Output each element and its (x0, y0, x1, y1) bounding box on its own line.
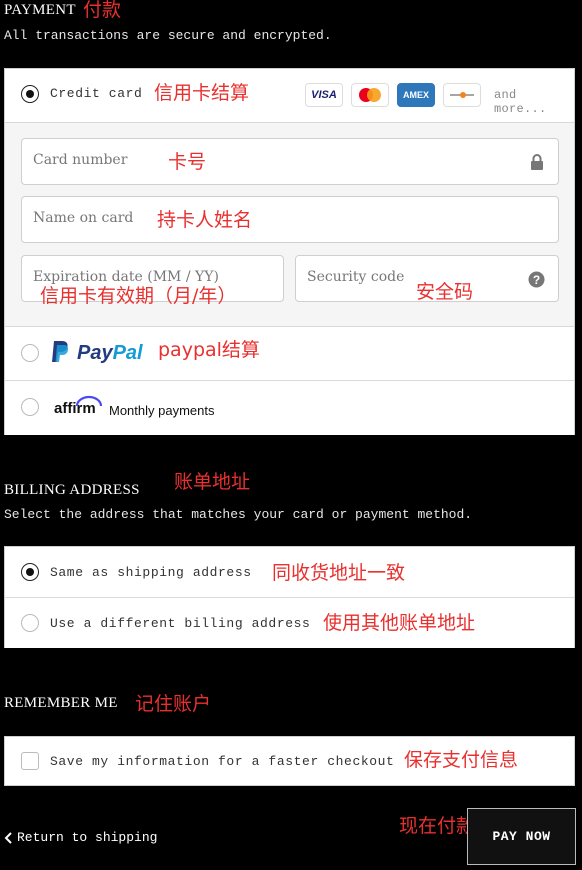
name-on-card-placeholder: Name on card (33, 210, 134, 226)
paypal-icon (52, 341, 69, 362)
discover-icon (443, 83, 481, 107)
payment-methods-panel: Credit card 信用卡结算 VISA AMEX and more... … (4, 68, 575, 435)
paypal-radio[interactable] (21, 344, 39, 362)
card-number-note: 卡号 (168, 151, 207, 173)
credit-card-option[interactable]: Credit card 信用卡结算 VISA AMEX and more... (5, 69, 574, 123)
billing-options-panel: Same as shipping address 同收货地址一致 Use a d… (4, 546, 575, 648)
name-on-card-note: 持卡人姓名 (157, 209, 253, 231)
save-info-label[interactable]: Save my information for a faster checkou… (50, 754, 394, 769)
return-to-shipping-link[interactable]: Return to shipping (4, 830, 157, 845)
payment-subtitle: All transactions are secure and encrypte… (4, 28, 332, 43)
paypal-logo-pay: Pay (77, 342, 113, 364)
paypal-logo-text: PayPal (77, 343, 143, 363)
payment-heading-note: 付款 (83, 0, 122, 21)
billing-heading-note: 账单地址 (174, 471, 251, 493)
remember-panel: Save my information for a faster checkou… (4, 736, 575, 786)
expiration-date-placeholder: Expiration date (MM / YY) (33, 269, 219, 285)
same-as-shipping-label: Same as shipping address (50, 565, 252, 580)
return-to-shipping-label: Return to shipping (17, 830, 158, 845)
paypal-option[interactable]: PayPal paypal结算 (5, 327, 574, 381)
same-as-shipping-option[interactable]: Same as shipping address 同收货地址一致 (5, 547, 574, 598)
card-number-placeholder: Card number (33, 152, 128, 168)
card-number-field[interactable]: Card number (21, 138, 559, 185)
and-more-text: and more... (494, 88, 547, 116)
pay-now-note: 现在付款 (399, 815, 476, 837)
pay-now-button[interactable]: PAY NOW (467, 808, 576, 865)
security-code-placeholder: Security code (307, 269, 405, 285)
chevron-left-icon (4, 831, 12, 844)
expiration-date-note: 信用卡有效期（月/年） (40, 285, 237, 307)
payment-heading: PAYMENT (4, 2, 76, 18)
security-code-note: 安全码 (416, 281, 474, 303)
different-billing-label: Use a different billing address (50, 616, 311, 631)
same-as-shipping-radio[interactable] (21, 563, 39, 581)
save-info-note: 保存支付信息 (404, 749, 519, 771)
credit-card-label: Credit card (50, 86, 143, 101)
amex-icon: AMEX (397, 83, 435, 107)
different-billing-option[interactable]: Use a different billing address 使用其他账单地址 (5, 598, 574, 648)
svg-text:?: ? (533, 273, 540, 287)
affirm-arc-icon (75, 395, 103, 407)
paypal-logo-pal: Pal (112, 342, 143, 364)
help-icon[interactable]: ? (528, 271, 545, 288)
different-billing-radio[interactable] (21, 614, 39, 632)
credit-card-radio[interactable] (21, 85, 39, 103)
name-on-card-field[interactable]: Name on card (21, 196, 559, 243)
affirm-radio[interactable] (21, 398, 39, 416)
same-as-shipping-note: 同收货地址一致 (272, 562, 406, 584)
mastercard-icon (351, 83, 389, 107)
lock-icon (531, 154, 543, 170)
visa-icon: VISA (305, 83, 343, 107)
affirm-option[interactable]: affirm Monthly payments (5, 381, 574, 435)
card-details-area: Card number 卡号 Name on card 持卡人姓名 Expira… (5, 123, 574, 327)
affirm-label: Monthly payments (109, 403, 215, 418)
credit-card-note: 信用卡结算 (154, 82, 250, 104)
billing-subtitle: Select the address that matches your car… (4, 507, 473, 522)
remember-heading-note: 记住账户 (135, 693, 212, 715)
different-billing-note: 使用其他账单地址 (323, 612, 476, 634)
paypal-note: paypal结算 (158, 339, 260, 361)
save-info-checkbox[interactable] (21, 752, 39, 770)
remember-heading: REMEMBER ME (4, 695, 118, 711)
billing-heading: BILLING ADDRESS (4, 482, 140, 498)
